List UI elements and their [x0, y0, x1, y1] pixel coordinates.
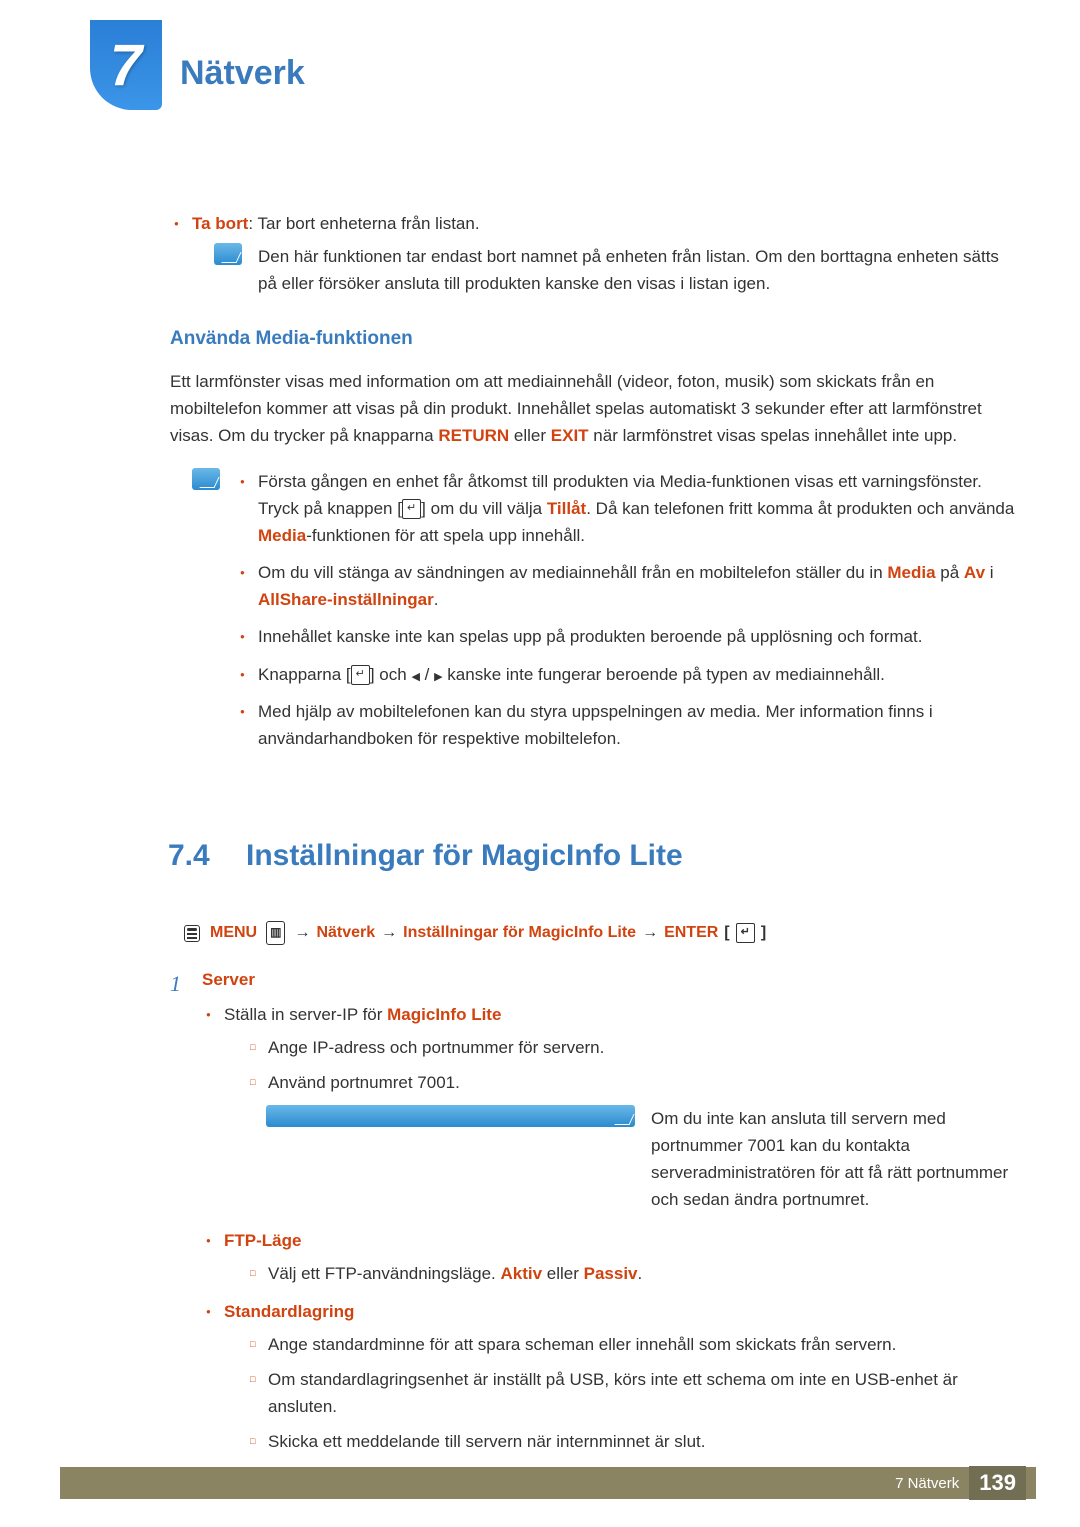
list-item: Ta bort: Tar bort enheterna från listan.… — [170, 210, 1020, 298]
note-text: Den här funktionen tar endast bort namne… — [258, 243, 1020, 297]
list-item: Ställa in server-IP för MagicInfo Lite A… — [202, 1001, 1020, 1213]
exit-label: EXIT — [551, 426, 589, 445]
enter-icon: ↵ — [736, 923, 755, 943]
arrow-icons: / — [411, 665, 442, 684]
list-item: Ange standardminne för att spara scheman… — [246, 1331, 1020, 1358]
remote-icon — [184, 925, 200, 942]
section-number: 7.4 — [168, 832, 226, 880]
list-item: Välj ett FTP-användningsläge. Aktiv elle… — [246, 1260, 1020, 1287]
enter-icon: ↵ — [351, 665, 370, 685]
menu-grid-icon: ▥ — [266, 921, 285, 944]
note-icon — [192, 468, 220, 490]
note-icon — [214, 243, 242, 265]
list-item: Om du vill stänga av sändningen av media… — [236, 559, 1020, 613]
ftp-label: FTP-Läge — [224, 1231, 301, 1250]
footer-bar: 7 Nätverk 139 — [60, 1467, 1036, 1499]
step-number: 1 — [170, 966, 181, 1001]
list-item: Använd portnumret 7001. — [246, 1069, 1020, 1096]
return-label: RETURN — [438, 426, 509, 445]
list-item: Ange IP-adress och portnummer för server… — [246, 1034, 1020, 1061]
note-icon — [266, 1105, 635, 1127]
note-text: Om du inte kan ansluta till servern med … — [651, 1105, 1020, 1214]
list-item: Första gången en enhet får åtkomst till … — [236, 468, 1020, 550]
enter-icon: ↵ — [402, 499, 421, 519]
paragraph: Ett larmfönster visas med information om… — [170, 368, 1020, 450]
list-item: Med hjälp av mobiltelefonen kan du styra… — [236, 698, 1020, 752]
chapter-number-tab: 7 — [90, 20, 162, 110]
page-number: 139 — [969, 1466, 1026, 1500]
section-heading: 7.4 Inställningar för MagicInfo Lite — [168, 832, 1020, 880]
footer-crumb: 7 Nätverk — [895, 1475, 959, 1492]
chapter-title: Nätverk — [180, 54, 305, 93]
ta-bort-label: Ta bort — [192, 214, 248, 233]
list-item: Knapparna [↵] och / kanske inte fungerar… — [236, 661, 1020, 688]
std-label: Standardlagring — [224, 1302, 354, 1321]
list-item: Standardlagring Ange standardminne för a… — [202, 1298, 1020, 1456]
list-item: Skicka ett meddelande till servern när i… — [246, 1428, 1020, 1455]
step-label-server: Server — [202, 970, 255, 989]
list-item: Innehållet kanske inte kan spelas upp på… — [236, 623, 1020, 650]
menu-path: MENU ▥ → Nätverk → Inställningar för Mag… — [184, 920, 1020, 946]
ta-bort-text: : Tar bort enheterna från listan. — [248, 214, 479, 233]
section-title: Inställningar för MagicInfo Lite — [246, 832, 683, 880]
list-item: FTP-Läge Välj ett FTP-användningsläge. A… — [202, 1227, 1020, 1287]
step-item: 1 Server Ställa in server-IP för MagicIn… — [170, 966, 1020, 1456]
chapter-header: 7 Nätverk — [90, 0, 1020, 110]
list-item: Om standardlagringsenhet är inställt på … — [246, 1366, 1020, 1420]
subheading-media: Använda Media-funktionen — [170, 324, 1020, 354]
